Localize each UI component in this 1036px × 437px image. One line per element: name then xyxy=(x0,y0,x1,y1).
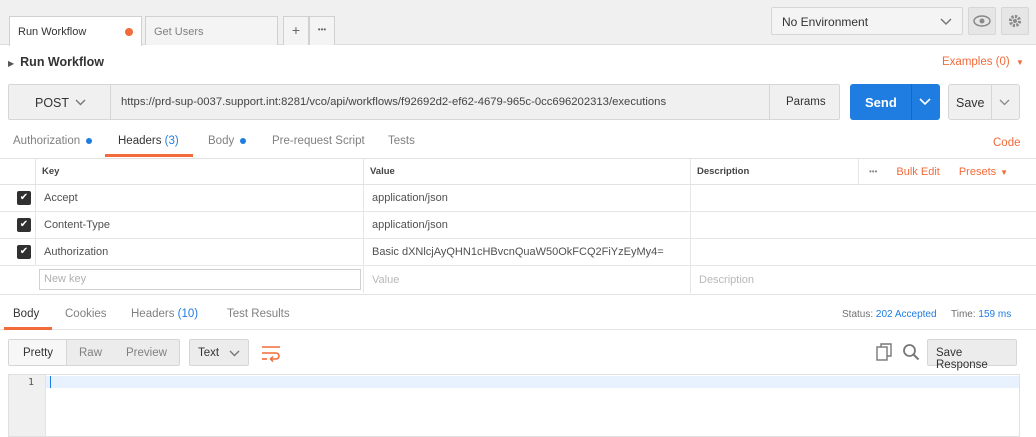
unsaved-dot-icon xyxy=(125,28,133,36)
tab-tests[interactable]: Tests xyxy=(388,135,415,147)
response-body-editor[interactable]: 1 xyxy=(8,374,1020,437)
chevron-down-icon xyxy=(940,18,952,26)
chevron-down-icon xyxy=(75,99,86,106)
header-description[interactable] xyxy=(690,185,1036,211)
url-bar: POST https://prd-sup-0037.support.int:82… xyxy=(8,84,840,120)
header-key[interactable]: Content-Type xyxy=(35,212,363,238)
new-value-input[interactable]: Value xyxy=(363,266,690,293)
table-header: Key Value Description ••• Bulk Edit Pres… xyxy=(0,158,1036,185)
header-value[interactable]: Basic dXNlcjAyQHN1cHBvcnQuaW50OkFCQ2FiYz… xyxy=(363,239,690,265)
tab-options-button[interactable]: ••• xyxy=(309,16,335,45)
time-value[interactable]: 159 ms xyxy=(978,309,1011,320)
tab-run-workflow[interactable]: Run Workflow xyxy=(9,16,142,46)
active-tab-indicator xyxy=(105,154,193,157)
table-row: ✔ Content-Type application/json xyxy=(0,212,1036,239)
header-key[interactable]: Authorization xyxy=(35,239,363,265)
response-status: Status: 202 Accepted xyxy=(842,309,937,320)
save-response-button[interactable]: Save Response xyxy=(927,339,1017,371)
tab-authorization[interactable]: Authorization xyxy=(13,135,93,147)
environment-select[interactable]: No Environment xyxy=(771,7,963,35)
bulk-edit-link[interactable]: Bulk Edit xyxy=(896,166,939,178)
caret-right-icon: ▶ xyxy=(8,59,15,68)
tab-label: Run Workflow xyxy=(18,26,87,38)
column-value: Value xyxy=(363,159,690,184)
chevron-down-icon[interactable] xyxy=(999,99,1010,106)
check-icon: ✔ xyxy=(19,246,29,257)
check-icon: ✔ xyxy=(19,192,29,203)
header-description[interactable] xyxy=(690,212,1036,238)
request-name[interactable]: ▶ Run Workflow xyxy=(8,55,104,69)
tab-body[interactable]: Body xyxy=(208,135,247,147)
table-row: ✔ Accept application/json xyxy=(0,185,1036,212)
row-checkbox[interactable]: ✔ xyxy=(17,191,31,205)
response-tab-body[interactable]: Body xyxy=(13,308,39,320)
code-link[interactable]: Code xyxy=(993,137,1021,149)
response-tab-cookies[interactable]: Cookies xyxy=(65,308,107,320)
format-toggle: Pretty Raw Preview xyxy=(8,339,180,366)
new-tab-button[interactable]: + xyxy=(283,16,309,45)
tab-bar: Run Workflow Get Users + ••• No Environm… xyxy=(0,0,1036,46)
row-checkbox[interactable]: ✔ xyxy=(17,245,31,259)
table-row: ✔ Authorization Basic dXNlcjAyQHN1cHBvcn… xyxy=(0,239,1036,266)
environment-quick-look-button[interactable] xyxy=(968,7,996,35)
wrap-lines-button[interactable] xyxy=(257,339,285,366)
line-gutter: 1 xyxy=(9,375,46,436)
line-number: 1 xyxy=(27,377,34,388)
response-tabs: Body Cookies Headers (10) Test Results S… xyxy=(0,294,1036,330)
header-value[interactable]: application/json xyxy=(363,212,690,238)
row-checkbox[interactable]: ✔ xyxy=(17,218,31,232)
column-key: Key xyxy=(35,159,363,184)
more-icon: ••• xyxy=(317,25,327,34)
send-button[interactable]: Send xyxy=(850,84,940,120)
save-button[interactable]: Save xyxy=(948,84,1020,120)
header-key[interactable]: Accept xyxy=(35,185,363,211)
postman-window: Run Workflow Get Users + ••• No Environm… xyxy=(0,0,1036,437)
params-button[interactable]: Params xyxy=(769,85,840,119)
status-dot-icon xyxy=(86,137,93,144)
environment-label: No Environment xyxy=(782,15,869,29)
url-input[interactable]: https://prd-sup-0037.support.int:8281/vc… xyxy=(121,96,666,108)
manage-environments-button[interactable] xyxy=(1001,7,1029,35)
new-key-input[interactable]: New key xyxy=(39,269,361,290)
method-select[interactable]: POST xyxy=(9,85,111,119)
chevron-down-icon xyxy=(229,350,240,357)
caret-down-icon: ▼ xyxy=(1015,58,1024,67)
response-tab-test-results[interactable]: Test Results xyxy=(227,308,290,320)
status-dot-icon xyxy=(240,137,247,144)
chevron-down-icon[interactable] xyxy=(919,98,931,106)
active-tab-indicator xyxy=(4,327,52,330)
headers-table: Key Value Description ••• Bulk Edit Pres… xyxy=(0,158,1036,293)
response-time: Time: 159 ms xyxy=(951,309,1012,320)
wrap-lines-icon xyxy=(262,346,280,363)
tab-pre-request-script[interactable]: Pre-request Script xyxy=(272,135,365,147)
plus-icon: + xyxy=(291,22,301,38)
header-value[interactable]: application/json xyxy=(363,185,690,211)
new-description-input[interactable]: Description xyxy=(690,266,1036,293)
header-description[interactable] xyxy=(690,239,1036,265)
presets-dropdown[interactable]: Presets ▼ xyxy=(959,166,1008,178)
gear-icon xyxy=(1008,14,1022,28)
caret-down-icon: ▼ xyxy=(1000,167,1009,177)
examples-dropdown[interactable]: Examples (0) ▼ xyxy=(942,56,1024,68)
pretty-button[interactable]: Pretty xyxy=(9,340,67,365)
new-header-row: New key Value Description xyxy=(0,266,1036,293)
copy-icon[interactable] xyxy=(876,343,892,364)
response-type-select[interactable]: Text xyxy=(189,339,249,366)
raw-button[interactable]: Raw xyxy=(79,340,102,365)
tab-headers[interactable]: Headers (3) xyxy=(118,135,179,147)
column-description: Description xyxy=(690,159,858,184)
search-icon[interactable] xyxy=(902,343,920,364)
check-icon: ✔ xyxy=(19,219,29,230)
status-value[interactable]: 202 Accepted xyxy=(876,309,937,320)
tab-get-users[interactable]: Get Users xyxy=(145,16,278,45)
tab-label: Get Users xyxy=(154,26,204,38)
response-tab-headers[interactable]: Headers (10) xyxy=(131,308,198,320)
more-icon[interactable]: ••• xyxy=(869,167,877,176)
text-cursor xyxy=(50,376,51,388)
preview-button[interactable]: Preview xyxy=(126,340,167,365)
active-line xyxy=(46,376,1019,388)
eye-icon xyxy=(973,15,991,27)
